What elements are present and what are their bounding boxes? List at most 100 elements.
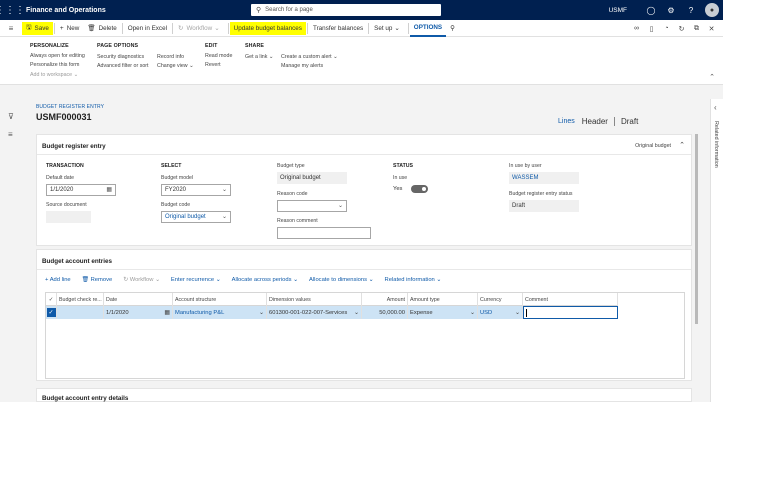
- column-header-comment[interactable]: Comment: [523, 293, 618, 306]
- checkmark-icon: ✓: [46, 308, 56, 317]
- help-icon[interactable]: ?: [681, 6, 701, 15]
- change-view-button[interactable]: Change view ⌄: [157, 63, 194, 69]
- create-custom-alert-button[interactable]: Create a custom alert ⌄: [281, 54, 338, 60]
- chevron-left-icon[interactable]: ‹: [714, 103, 717, 112]
- trash-icon: 🗑: [87, 25, 96, 32]
- cell-account-structure[interactable]: Manufacturing P&L ⌄: [173, 306, 267, 319]
- company-picker[interactable]: USMF: [609, 7, 627, 14]
- fasttab-title[interactable]: Budget account entries: [42, 258, 112, 265]
- filter-icon[interactable]: ⊽: [8, 112, 14, 121]
- user-avatar[interactable]: ●: [705, 3, 719, 17]
- budget-type-group: Budget type Original budget: [277, 163, 347, 184]
- reason-code-select[interactable]: ⌄: [277, 200, 347, 212]
- default-date-label: Default date: [46, 175, 74, 181]
- new-button[interactable]: + New: [56, 22, 83, 35]
- budget-model-select[interactable]: FY2020 ⌄: [161, 184, 231, 196]
- get-a-link-button[interactable]: Get a link ⌄: [245, 54, 273, 60]
- budget-code-select[interactable]: Original budget ⌄: [161, 211, 231, 223]
- settings-icon[interactable]: ⚙: [661, 6, 681, 15]
- view-header[interactable]: Header: [582, 117, 608, 126]
- table-row[interactable]: ✓ 1/1/2020 ▦ Manufacturing P&L ⌄ 601300-…: [46, 306, 618, 319]
- open-in-excel-button[interactable]: Open in Excel: [124, 22, 171, 35]
- select-group: SELECT Budget model FY2020 ⌄: [161, 163, 231, 196]
- notifications-icon[interactable]: ◯: [641, 6, 661, 15]
- source-document-field: [46, 211, 91, 223]
- allocate-across-periods-button[interactable]: Allocate across periods ⌄: [232, 277, 298, 283]
- cell-dimension-values[interactable]: 601300-001-022-007-Services ⌄: [267, 306, 362, 319]
- fasttab-title[interactable]: Budget register entry: [42, 143, 106, 150]
- column-header-currency[interactable]: Currency: [478, 293, 523, 306]
- calendar-icon[interactable]: ▦: [106, 186, 112, 193]
- cell-currency[interactable]: USD ⌄: [478, 306, 523, 319]
- personalize-this-form-button[interactable]: Personalize this form: [30, 62, 85, 68]
- related-information-pane[interactable]: ‹ Related information: [710, 99, 723, 402]
- cell-amount-type[interactable]: Expense ⌄: [408, 306, 478, 319]
- options-ribbon: PERSONALIZE Always open for editing Pers…: [0, 37, 723, 85]
- refresh-icon[interactable]: ↻: [674, 25, 689, 33]
- fasttab-title[interactable]: Budget account entry details: [42, 395, 128, 402]
- close-icon[interactable]: ✕: [704, 25, 719, 33]
- related-information-label: Related information: [713, 121, 719, 168]
- list-icon[interactable]: ≡: [8, 130, 13, 139]
- separator: [53, 22, 55, 34]
- action-search-icon[interactable]: ⚲: [446, 22, 459, 35]
- divider: [37, 269, 691, 270]
- revert-button[interactable]: Revert: [205, 62, 232, 68]
- attachments-icon[interactable]: ◔: [659, 25, 674, 32]
- allocate-to-dimensions-button[interactable]: Allocate to dimensions ⌄: [309, 277, 374, 283]
- set-up-menu[interactable]: Set up ⌄: [370, 22, 407, 35]
- workflow-grid-button[interactable]: ↻ Workflow ⌄: [123, 277, 160, 283]
- always-open-for-editing-button[interactable]: Always open for editing: [30, 53, 85, 59]
- row-select-checkbox[interactable]: ✓: [46, 306, 57, 319]
- column-header-dimension-values[interactable]: Dimension values: [267, 293, 362, 306]
- in-use-toggle[interactable]: [411, 185, 429, 193]
- tab-options[interactable]: OPTIONS: [409, 20, 447, 37]
- column-header-date[interactable]: Date: [104, 293, 173, 306]
- office-icon[interactable]: ▯: [644, 25, 659, 33]
- update-budget-balances-button[interactable]: Update budget balances: [229, 21, 306, 35]
- separator: [368, 22, 370, 34]
- chevron-down-icon: ⌄: [73, 71, 79, 78]
- link-icon[interactable]: ∞: [629, 25, 644, 32]
- transfer-balances-button[interactable]: Transfer balances: [309, 22, 367, 35]
- view-lines[interactable]: Lines: [558, 118, 575, 125]
- search-box[interactable]: ⚲ Search for a page: [251, 4, 441, 16]
- collapse-ribbon-icon[interactable]: ⌃: [709, 73, 715, 81]
- cell-date[interactable]: 1/1/2020 ▦: [104, 306, 173, 319]
- delete-button[interactable]: 🗑 Delete: [83, 22, 120, 35]
- reason-comment-field[interactable]: [277, 227, 371, 239]
- advanced-filter-button[interactable]: Advanced filter or sort: [97, 63, 149, 69]
- add-to-workspace-button[interactable]: Add to workspace ⌄: [30, 72, 85, 78]
- remove-button[interactable]: 🗑 Remove: [82, 277, 113, 283]
- source-document-group: Source document: [46, 202, 91, 223]
- chevron-down-icon: ⌄: [514, 310, 520, 316]
- save-button[interactable]: 🖫 Save: [22, 21, 53, 35]
- separator: [227, 22, 229, 34]
- column-header-amount[interactable]: Amount: [362, 293, 408, 306]
- manage-my-alerts-button[interactable]: Manage my alerts: [281, 63, 338, 69]
- workflow-button[interactable]: ↻ Workflow ⌄: [174, 22, 227, 35]
- enter-recurrence-button[interactable]: Enter recurrence ⌄: [171, 277, 221, 283]
- ribbon-group-share: SHARE Get a link ⌄ Create a custom alert…: [245, 43, 345, 83]
- column-header-account-structure[interactable]: Account structure: [173, 293, 267, 306]
- default-date-field[interactable]: 1/1/2020 ▦: [46, 184, 116, 196]
- cell-amount[interactable]: 50,000.00: [362, 306, 408, 319]
- ribbon-group-header: SHARE: [245, 43, 265, 49]
- security-diagnostics-button[interactable]: Security diagnostics: [97, 54, 149, 60]
- related-information-button[interactable]: Related information ⌄: [385, 277, 442, 283]
- app-title[interactable]: Finance and Operations: [26, 7, 106, 14]
- select-all-checkbox[interactable]: ✓: [46, 293, 57, 306]
- page-scrollbar[interactable]: [695, 134, 698, 324]
- read-mode-button[interactable]: Read mode: [205, 53, 232, 59]
- app-launcher-icon[interactable]: ⋮⋮⋮: [0, 0, 25, 20]
- open-new-window-icon[interactable]: ⧉: [689, 25, 704, 33]
- record-info-button[interactable]: Record info: [157, 54, 194, 60]
- column-header-amount-type[interactable]: Amount type: [408, 293, 478, 306]
- calendar-icon[interactable]: ▦: [164, 309, 170, 316]
- reason-comment-group: Reason comment: [277, 218, 371, 239]
- add-line-button[interactable]: + Add line: [45, 277, 71, 283]
- chevron-up-icon[interactable]: ⌃: [679, 141, 685, 149]
- column-header-budget-check[interactable]: Budget check re...: [57, 293, 104, 306]
- cell-comment[interactable]: [523, 306, 618, 319]
- hamburger-menu-icon[interactable]: ≡: [0, 24, 22, 33]
